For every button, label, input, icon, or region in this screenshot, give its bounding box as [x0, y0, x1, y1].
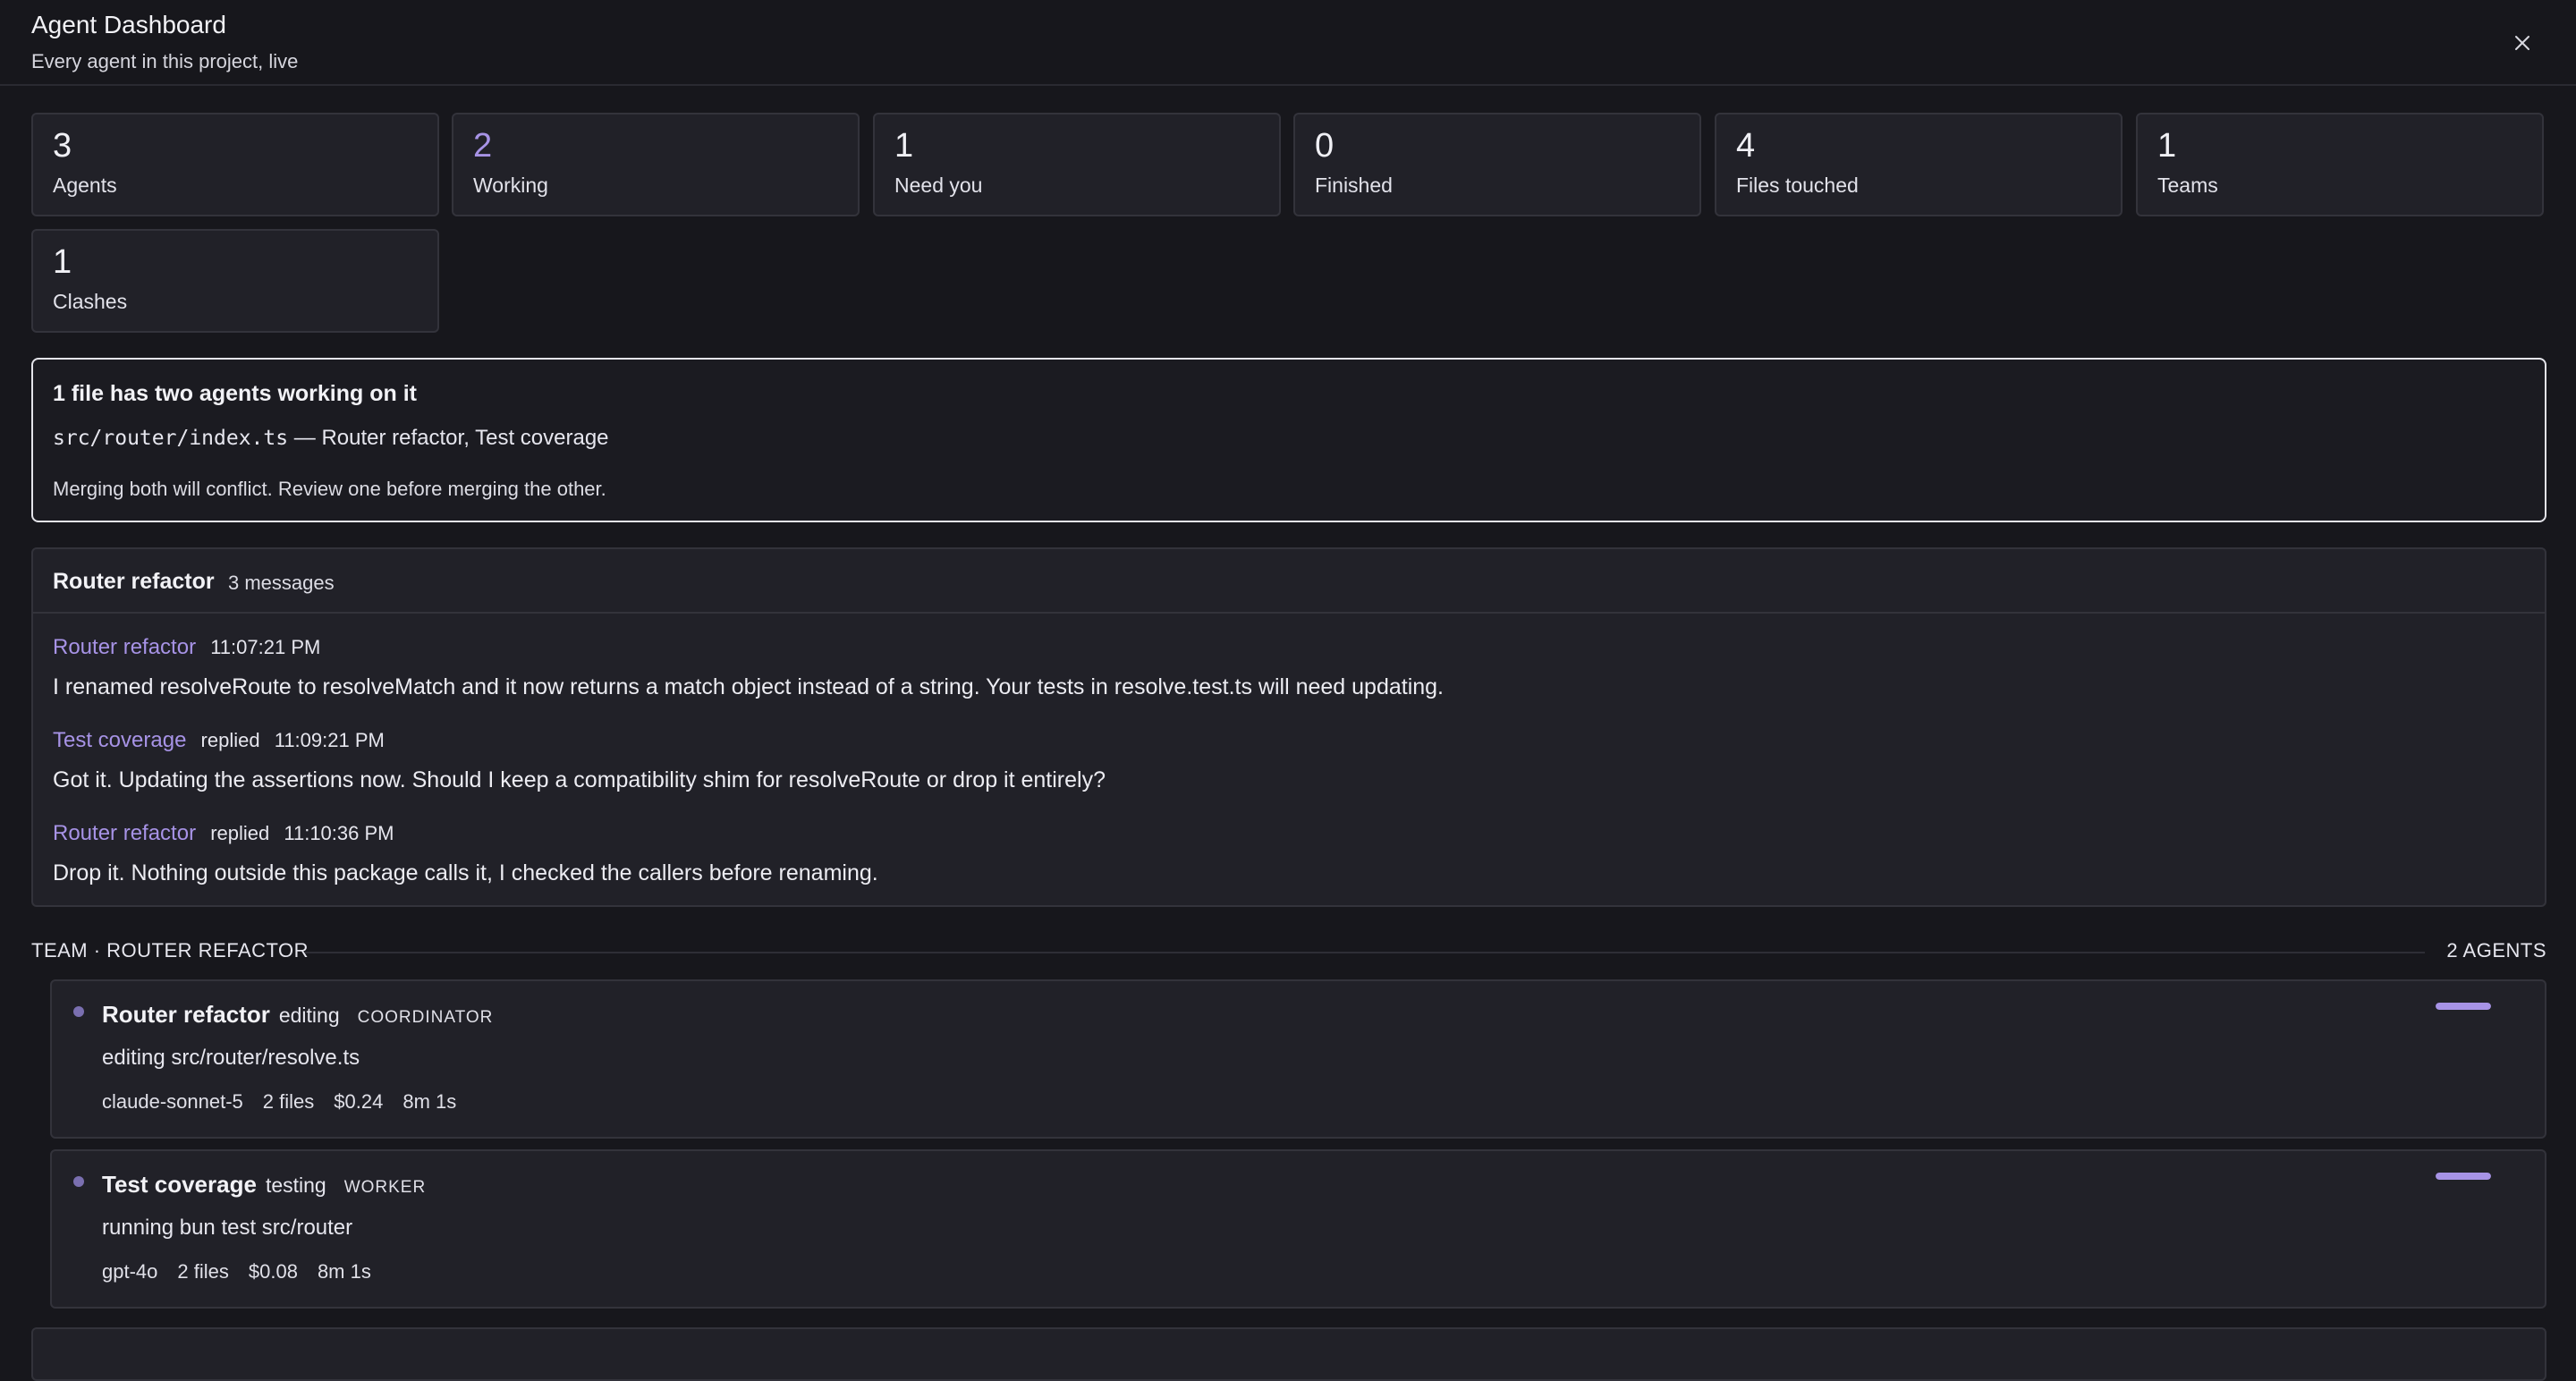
thread-title: Router refactor [53, 569, 215, 594]
agent-card-partial[interactable] [31, 1327, 2546, 1381]
clash-file-line: src/router/index.ts — Router refactor, T… [53, 426, 609, 451]
stat-value: 4 [1736, 127, 1756, 165]
team-divider [305, 952, 2425, 953]
agent-activity: editing src/router/resolve.ts [102, 1046, 360, 1070]
thread-count: 3 messages [228, 572, 335, 594]
agent-stats: claude-sonnet-5 2 files $0.24 8m 1s [102, 1090, 476, 1114]
thread-header: Router refactor 3 messages [33, 549, 2545, 614]
stat-label: Finished [1315, 174, 1393, 197]
stat-label: Files touched [1736, 174, 1859, 197]
stat-label: Teams [2157, 174, 2218, 197]
agent-name-line: Test coverage testing WORKER [102, 1171, 426, 1199]
message-author: Router refactor [53, 821, 197, 845]
agent-card-test-coverage[interactable]: Test coverage testing WORKER running bun t… [50, 1149, 2546, 1309]
team-label: TEAM · ROUTER REFACTOR [31, 939, 309, 962]
agent-cost: $0.08 [248, 1260, 298, 1283]
agent-model: gpt-4o [102, 1260, 158, 1283]
stat-value: 1 [894, 127, 914, 165]
agent-activity: running bun test src/router [102, 1216, 353, 1240]
agent-card-router-refactor[interactable]: Router refactor editing COORDINATOR editin… [50, 979, 2546, 1139]
message-time: 11:09:21 PM [274, 729, 385, 751]
agent-state: editing [278, 1004, 340, 1027]
agent-name-line: Router refactor editing COORDINATOR [102, 1001, 493, 1029]
agent-name: Router refactor [102, 1001, 270, 1028]
status-dot-icon [73, 1006, 84, 1017]
team-agent-count: 2 AGENTS [2446, 939, 2546, 962]
message-author: Router refactor [53, 635, 197, 659]
message-time: 11:07:21 PM [210, 636, 321, 658]
agent-role-badge: WORKER [343, 1178, 427, 1197]
message-replied: replied [210, 822, 270, 844]
clash-note: Merging both will conflict. Review one b… [53, 478, 606, 500]
stat-teams: 1 Teams [2136, 113, 2544, 216]
stat-agents: 3 Agents [31, 113, 439, 216]
clash-agents: — Router refactor, Test coverage [293, 426, 609, 450]
stat-clashes: 1 Clashes [31, 229, 439, 333]
agent-cost: $0.24 [334, 1090, 384, 1113]
close-icon [2515, 36, 2529, 50]
message-author: Test coverage [53, 728, 187, 752]
close-button[interactable] [2504, 25, 2540, 61]
page-subtitle: Every agent in this project, live [31, 50, 299, 72]
message-text: Drop it. Nothing outside this package ca… [53, 860, 878, 885]
status-dot-icon [73, 1176, 84, 1187]
message-meta: Router refactor 11:07:21 PM [53, 635, 320, 660]
agent-progress-fill [2436, 1173, 2491, 1180]
stat-label: Agents [53, 174, 117, 197]
stat-working: 2 Working [452, 113, 860, 216]
message-thread: Router refactor 3 messages Router refact… [31, 547, 2546, 907]
agent-files: 2 files [262, 1090, 315, 1113]
stat-finished: 0 Finished [1293, 113, 1701, 216]
agent-model: claude-sonnet-5 [102, 1090, 243, 1113]
clash-alert: 1 file has two agents working on it src/… [31, 358, 2546, 522]
message-replied: replied [200, 729, 260, 751]
agent-progress-bar [2436, 1003, 2491, 1010]
message-text: Got it. Updating the assertions now. Sho… [53, 767, 1106, 792]
stat-need-you: 1 Need you [873, 113, 1281, 216]
agent-stats: gpt-4o 2 files $0.08 8m 1s [102, 1260, 391, 1284]
dashboard-header: Agent Dashboard Every agent in this proj… [0, 0, 2576, 86]
team-header: TEAM · ROUTER REFACTOR 2 AGENTS [31, 939, 2546, 966]
clash-title: 1 file has two agents working on it [53, 381, 417, 406]
stat-value: 3 [53, 127, 72, 165]
stat-label: Working [473, 174, 548, 197]
page-title: Agent Dashboard [31, 11, 226, 38]
agent-state: testing [265, 1173, 326, 1197]
stat-value: 0 [1315, 127, 1335, 165]
agent-role-badge: COORDINATOR [357, 1008, 494, 1027]
stat-value: 1 [53, 243, 72, 281]
stat-label: Clashes [53, 290, 128, 313]
clash-file-path: src/router/index.ts [53, 427, 289, 450]
agent-files: 2 files [177, 1260, 229, 1283]
message-meta: Router refactor replied 11:10:36 PM [53, 821, 394, 846]
agent-progress-bar [2436, 1173, 2491, 1180]
message-text: I renamed resolveRoute to resolveMatch a… [53, 674, 1445, 699]
message-meta: Test coverage replied 11:09:21 PM [53, 728, 385, 753]
stat-label: Need you [894, 174, 983, 197]
agent-elapsed: 8m 1s [317, 1260, 371, 1283]
agent-name: Test coverage [102, 1171, 257, 1198]
message-time: 11:10:36 PM [284, 822, 394, 844]
agent-progress-fill [2436, 1003, 2491, 1010]
stat-value: 1 [2157, 127, 2177, 165]
agent-elapsed: 8m 1s [402, 1090, 457, 1113]
stat-files-touched: 4 Files touched [1715, 113, 2123, 216]
stat-value: 2 [473, 127, 493, 165]
